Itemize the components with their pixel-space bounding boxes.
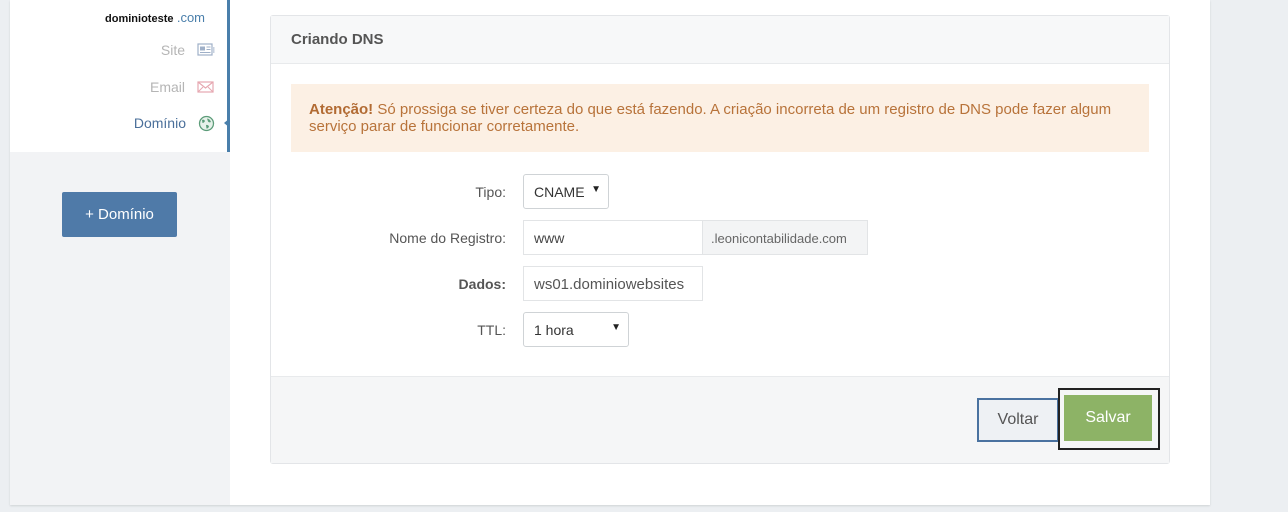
site-icon — [197, 43, 215, 57]
domain-tld: .com — [176, 10, 205, 25]
dados-label: Dados: — [458, 276, 506, 292]
panel-title: Criando DNS — [271, 16, 1169, 64]
sidebar-item-email[interactable]: Email — [150, 76, 215, 98]
nome-registro-input[interactable]: www — [523, 220, 703, 255]
ttl-select-value: 1 hora — [534, 322, 574, 338]
dados-input[interactable]: ws01.dominiowebsites — [523, 266, 703, 301]
select-arrow-icon: ▼ — [591, 184, 601, 195]
ttl-select[interactable]: 1 hora ▼ — [523, 312, 629, 347]
domain-name-label: dominioteste — [105, 13, 174, 25]
domain-suffix-addon: .leonicontabilidade.com — [703, 220, 868, 255]
sidebar-item-label: Domínio — [133, 115, 186, 131]
form-row-dados: Dados: ws01.dominiowebsites — [271, 266, 1169, 302]
sidebar-item-label: Email — [149, 79, 185, 95]
active-indicator-caret — [224, 118, 230, 128]
save-button[interactable]: Salvar — [1064, 395, 1152, 441]
alert-strong: Atenção! — [309, 101, 374, 118]
tipo-label: Tipo: — [475, 184, 506, 200]
panel-footer: Voltar Salvar — [271, 376, 1169, 463]
ttl-label: TTL: — [477, 322, 506, 338]
form-row-ttl: TTL: 1 hora ▼ — [271, 312, 1169, 348]
dns-panel: Criando DNS Atenção! Só prossiga se tive… — [270, 15, 1170, 464]
domain-nav: dominioteste .com Site Email Domínio — [10, 0, 230, 152]
select-arrow-icon: ▼ — [611, 322, 621, 333]
alert-text: Só prossiga se tiver certeza do que está… — [309, 101, 1112, 135]
add-domain-button[interactable]: + Domínio — [62, 192, 177, 237]
sidebar-item-site[interactable]: Site — [161, 39, 215, 61]
globe-icon — [198, 115, 215, 132]
warning-alert: Atenção! Só prossiga se tiver certeza do… — [291, 84, 1149, 152]
tipo-select-value: CNAME — [534, 184, 585, 200]
nome-label: Nome do Registro: — [389, 230, 506, 246]
sidebar-item-label: Site — [160, 42, 185, 58]
domain-name: dominioteste .com — [105, 10, 205, 25]
save-button-focus-ring: Salvar — [1058, 388, 1160, 450]
back-button[interactable]: Voltar — [977, 398, 1059, 442]
form-row-tipo: Tipo: CNAME ▼ — [271, 174, 1169, 210]
email-icon — [197, 80, 215, 94]
tipo-select[interactable]: CNAME ▼ — [523, 174, 609, 209]
form-row-nome: Nome do Registro: www .leonicontabilidad… — [271, 220, 1169, 256]
sidebar-item-dominio[interactable]: Domínio — [134, 112, 215, 134]
